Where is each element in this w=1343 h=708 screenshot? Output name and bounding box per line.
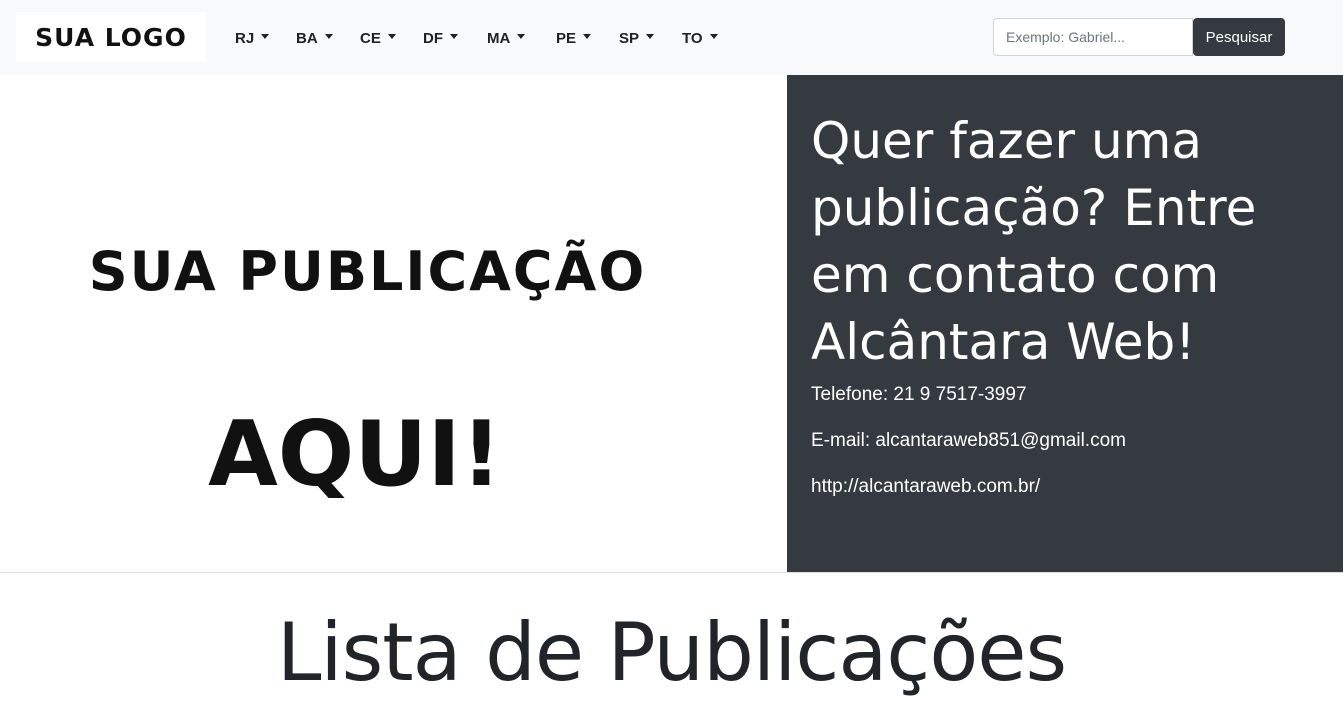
menu-item-ma[interactable]: MA	[487, 27, 526, 49]
caret-down-icon	[583, 33, 592, 39]
caret-down-icon	[517, 33, 526, 39]
menu-item-label: DF	[423, 29, 443, 47]
menu-item-ba[interactable]: BA	[296, 27, 333, 49]
contact-email: E-mail: alcantaraweb851@gmail.com	[811, 430, 1126, 451]
caret-down-icon	[387, 33, 396, 39]
menu-item-sp[interactable]: SP	[619, 27, 655, 49]
publications-list-title: Lista de Publicações	[276, 606, 1067, 699]
banner-headline: SUA PUBLICAÇÃO	[88, 240, 647, 303]
top-navbar: SUA LOGO RJ BA CE DF MA PE SP TO Pesquis…	[0, 0, 1343, 75]
search-button[interactable]: Pesquisar	[1193, 18, 1285, 56]
menu-item-pe[interactable]: PE	[556, 27, 592, 49]
contact-panel: Quer fazer uma publicação? Entre em cont…	[787, 75, 1343, 572]
caret-down-icon	[646, 33, 655, 39]
caret-down-icon	[450, 33, 458, 39]
menu-item-rj[interactable]: RJ	[235, 27, 270, 49]
menu-item-label: SP	[619, 29, 640, 47]
menu-item-label: MA	[487, 29, 511, 47]
caret-down-icon	[709, 33, 718, 39]
site-logo[interactable]: SUA LOGO	[16, 12, 206, 62]
menu-item-label: CE	[360, 29, 381, 47]
contact-title: Quer fazer uma publicação? Entre em cont…	[811, 112, 1257, 371]
menu-item-label: PE	[556, 29, 577, 47]
menu-item-label: RJ	[235, 29, 255, 47]
menu-item-ce[interactable]: CE	[360, 27, 396, 49]
menu-item-to[interactable]: TO	[682, 27, 718, 49]
contact-phone: Telefone: 21 9 7517-3997	[811, 384, 1027, 405]
section-divider	[0, 572, 1343, 573]
menu-item-df[interactable]: DF	[423, 27, 458, 49]
contact-website[interactable]: http://alcantaraweb.com.br/	[811, 476, 1040, 498]
menu-item-label: BA	[296, 29, 318, 47]
banner-subheadline: AQUI!	[208, 402, 502, 507]
caret-down-icon	[324, 33, 333, 39]
menu-item-label: TO	[682, 29, 703, 47]
caret-down-icon	[261, 33, 270, 39]
publication-banner: SUA PUBLICAÇÃO AQUI!	[0, 75, 787, 572]
search-input[interactable]	[993, 18, 1193, 56]
